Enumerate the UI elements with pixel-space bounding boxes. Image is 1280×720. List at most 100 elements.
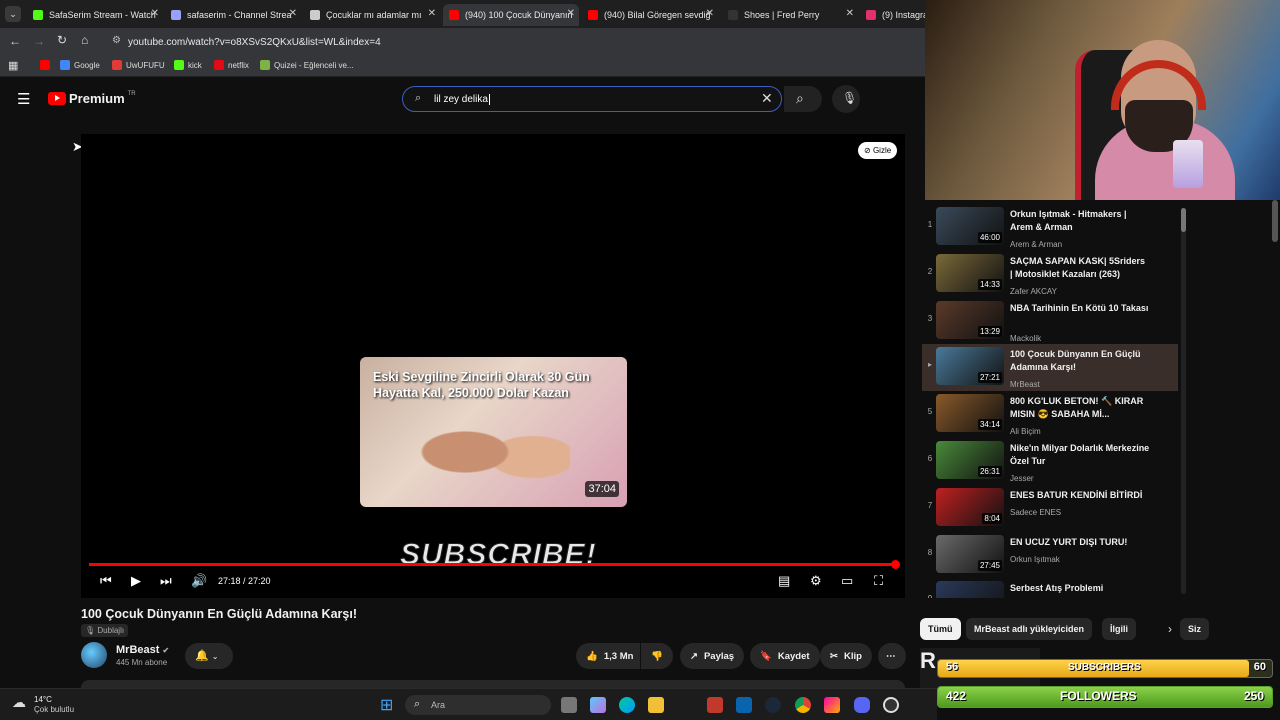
subscribers-label: SUBSCRIBERS xyxy=(1068,662,1141,673)
bookmark[interactable]: Google xyxy=(60,60,100,70)
playlist-item[interactable]: 8 27:45 EN UCUZ YURT DIŞI TURU! Orkun Işıtm… xyxy=(922,532,1178,579)
share-button[interactable]: ↗ Paylaş xyxy=(680,643,745,669)
search-button[interactable]: ⌕ xyxy=(784,86,822,112)
playlist-item[interactable]: 5 34:14 800 KG'LUK BETON! 🔨 KIRAR MISIN 😎 … xyxy=(922,391,1178,438)
thumbs-up-icon: 👍 xyxy=(586,650,598,662)
bookmark[interactable]: kick xyxy=(174,60,202,70)
playlist-scrollbar[interactable] xyxy=(1181,208,1186,594)
close-tab-icon[interactable]: ✕ xyxy=(428,8,436,19)
tab[interactable]: Çocuklar mı adamlar mı ✕ xyxy=(304,4,440,26)
playlist-index: 3 xyxy=(927,313,933,323)
subtitles-icon[interactable]: ▤ xyxy=(778,573,790,589)
weather-icon[interactable]: ☁ xyxy=(12,694,26,711)
like-count: 1,3 Mn xyxy=(603,650,634,662)
dislike-button[interactable]: 👎 xyxy=(641,643,673,669)
endscreen-video-card[interactable]: Eski Sevgiline Zincirli Olarak 30 Gün Ha… xyxy=(360,357,627,507)
channel-avatar[interactable] xyxy=(81,642,107,668)
bookmark[interactable]: Quizei - Eğlenceli ve... xyxy=(260,60,354,70)
playlist-item[interactable]: 1 46:00 Orkun Işıtmak - Hitmakers | Arem &… xyxy=(922,204,1178,251)
home-icon[interactable]: ⌂ xyxy=(81,33,88,47)
site-info-icon[interactable]: ⚙ xyxy=(112,35,121,46)
playlist-index: 2 xyxy=(927,266,933,276)
url-field[interactable]: ⚙ youtube.com/watch?v=o8XSvS2QKxU&list=W… xyxy=(104,31,914,52)
voice-search-button[interactable]: 🎙 xyxy=(832,85,860,113)
forward-icon[interactable]: → xyxy=(33,34,45,48)
channel-name[interactable]: MrBeast ✔ xyxy=(116,644,169,656)
hide-endcards-button[interactable]: ⊘ Gizle xyxy=(858,142,898,159)
playlist-index: 6 xyxy=(927,454,933,463)
steam-icon[interactable] xyxy=(765,697,781,713)
file-explorer-icon[interactable] xyxy=(648,697,664,713)
photos-icon[interactable] xyxy=(824,697,840,713)
subscribers-goal: 60 xyxy=(1253,661,1266,673)
page-scrollbar[interactable] xyxy=(1272,200,1278,242)
search-input[interactable]: ⌕ lil zey delika ✕ xyxy=(402,86,782,112)
tab[interactable]: safaserim - Channel Strea ✕ xyxy=(165,4,301,26)
filter-chip[interactable]: Siz xyxy=(1180,618,1210,640)
subscribe-overlay-text: SUBSCRIBE! xyxy=(400,538,597,572)
outlook-icon[interactable] xyxy=(736,697,752,713)
tab[interactable]: (9) Instagram xyxy=(860,4,925,26)
reload-icon[interactable]: ↻ xyxy=(57,33,67,47)
tab-search-icon[interactable]: ⌄ xyxy=(5,6,21,22)
filter-chip[interactable]: Tümü xyxy=(920,618,961,640)
tab[interactable]: Shoes | Fred Perry ✕ xyxy=(722,4,858,26)
save-button[interactable]: 🔖 Kaydet xyxy=(750,643,820,669)
temperature: 14°C xyxy=(34,695,52,704)
close-tab-icon[interactable]: ✕ xyxy=(706,8,714,19)
clear-search-icon[interactable]: ✕ xyxy=(761,90,773,107)
chips-next-icon[interactable]: › xyxy=(1168,622,1172,636)
edge-icon[interactable] xyxy=(619,697,635,713)
task-view-icon[interactable] xyxy=(561,697,577,713)
filter-chip[interactable]: İlgili xyxy=(1102,618,1136,640)
tab[interactable]: (940) 100 Çocuk Dünyanın ✕ xyxy=(443,4,579,26)
notifications-button[interactable]: 🔔 ⌄ xyxy=(185,643,233,669)
discord-icon[interactable] xyxy=(854,697,870,713)
close-tab-icon[interactable]: ✕ xyxy=(289,8,297,19)
volume-icon[interactable]: 🔊 xyxy=(191,573,207,589)
close-tab-icon[interactable]: ✕ xyxy=(846,8,854,19)
youtube-premium-logo[interactable]: Premium TR xyxy=(48,91,136,106)
microphone-icon: 🎙 xyxy=(842,91,858,105)
clip-button[interactable]: ✂ Klip xyxy=(820,643,872,669)
app-icon[interactable] xyxy=(707,697,723,713)
dubbed-badge: 🎙 Dublajlı xyxy=(81,624,129,637)
playlist-duration: 14:33 xyxy=(977,278,1002,290)
more-actions-button[interactable]: ⋯ xyxy=(878,643,906,669)
settings-icon[interactable]: ⚙ xyxy=(810,573,822,589)
previous-icon[interactable]: ⏮ xyxy=(100,573,112,589)
tab-title: (940) 100 Çocuk Dünyanın xyxy=(465,10,573,20)
playlist-item[interactable]: 3 13:29 NBA Tarihinin En Kötü 10 Takası Mac… xyxy=(922,298,1178,345)
bookmark[interactable]: netflix xyxy=(214,60,249,70)
taskbar-search[interactable]: ⌕ Ara xyxy=(405,695,551,715)
filter-chip[interactable]: MrBeast adlı yükleyiciden xyxy=(966,618,1093,640)
playlist-item[interactable]: ▸ 27:21 100 Çocuk Dünyanın En Güçlü Adamın… xyxy=(922,344,1178,392)
playlist-item[interactable]: 7 8:04 ENES BATUR KENDİNİ BİTİRDİ Sadece EN… xyxy=(922,485,1178,532)
like-button[interactable]: 👍 1,3 Mn xyxy=(576,643,640,669)
progress-bar[interactable] xyxy=(89,560,901,569)
windows-start-icon[interactable]: ⊞ xyxy=(380,695,393,715)
back-icon[interactable]: ← xyxy=(9,34,21,48)
chrome-icon[interactable] xyxy=(795,697,811,713)
playlist-channel: Orkun Işıtmak xyxy=(1010,554,1060,564)
theater-mode-icon[interactable]: ▭ xyxy=(841,573,853,589)
play-icon[interactable]: ▶ xyxy=(131,573,141,589)
obs-icon[interactable] xyxy=(883,697,899,713)
taskbar-search-placeholder: Ara xyxy=(431,700,446,710)
fullscreen-icon[interactable]: ⛶ xyxy=(874,573,883,589)
next-icon[interactable]: ⏭ xyxy=(160,573,172,589)
bookmark[interactable] xyxy=(40,60,54,70)
playlist-item[interactable]: 9Serbest Atış ProblemiYiğit Tezcan xyxy=(922,578,1178,598)
tab[interactable]: SafaSerim Stream - Watch ✕ xyxy=(27,4,163,26)
close-tab-icon[interactable]: ✕ xyxy=(567,8,575,19)
playlist-item[interactable]: 2 14:33 SAÇMA SAPAN KASK| 5Sriders | Motos… xyxy=(922,251,1178,298)
bookmark[interactable]: UwUFUFU xyxy=(112,60,165,70)
playlist-channel: Jesser xyxy=(1010,474,1034,483)
playlist-item[interactable]: 6 26:31 Nike'ın Milyar Dolarlık Merkezine … xyxy=(922,438,1178,485)
menu-icon[interactable]: ☰ xyxy=(17,90,30,108)
tab[interactable]: (940) Bilal Göregen sevdiğ ✕ xyxy=(582,4,718,26)
close-tab-icon[interactable]: ✕ xyxy=(151,8,159,19)
copilot-icon[interactable] xyxy=(590,697,606,713)
apps-grid-icon[interactable]: ▦ xyxy=(8,59,18,72)
tab-favicon-icon xyxy=(33,10,43,20)
